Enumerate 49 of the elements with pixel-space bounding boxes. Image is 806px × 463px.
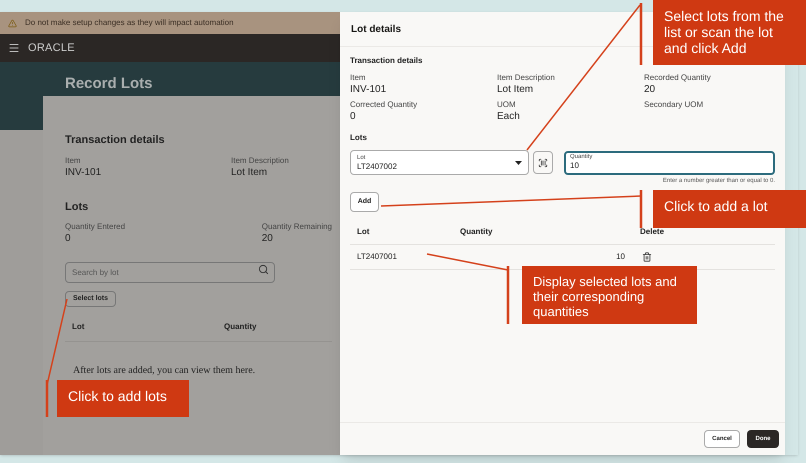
select-value: LT2407002 [357,162,397,172]
search-field[interactable]: Search by lot [65,262,275,283]
banner-text: Do not make setup changes as they will impact automation [25,17,234,29]
field-value: Lot Item [497,83,534,96]
callout: Select lots from the list or scan the lot and click Add [653,0,806,65]
scan-icon [538,158,548,168]
field-value: Lot Item [231,166,268,178]
caret-icon [515,160,522,164]
field-label: UOM [497,99,517,110]
column-header: Lot [357,226,370,238]
search-icon[interactable] [258,264,269,275]
section-heading: Lots [350,132,368,144]
field-value: INV-101 [350,83,388,96]
table-cell-text: 10 [615,251,626,263]
callout: Display selected lots and their corresponding quantities [522,266,697,324]
table-cell-text: LT2407001 [357,251,398,263]
field-label: Item Description [231,154,290,166]
field-label: Quantity Remaining [262,221,332,232]
field-value: Each [497,110,521,123]
field-label: Recorded Quantity [644,72,712,83]
section-heading: Transaction details [65,133,166,148]
field-value: 20 [644,83,656,96]
callout: Click to add a lot [653,190,806,228]
field-label: Secondary UOM [644,99,704,110]
field-value: 0 [65,232,72,245]
warning-icon [8,18,17,28]
field-value: 10 [570,161,580,171]
column-header: Quantity [460,226,494,238]
field-label: Item [350,72,367,83]
field-value: INV-101 [65,166,102,178]
field-label: Corrected Quantity [350,99,418,110]
delete-icon[interactable] [642,252,652,262]
field-value: 20 [262,232,274,245]
field-value: 0 [350,110,357,123]
section-heading: Transaction details [350,55,424,67]
empty-message: After lots are added, you can view them here. [72,364,256,378]
scan-button[interactable] [533,151,553,174]
field-label: Item [65,154,82,166]
column-header: Lot [72,321,86,333]
section-heading: Lots [65,200,90,214]
callout: Click to add lots [57,380,189,417]
field-label: Quantity Entered [65,221,126,232]
page-title: Record Lots [65,75,153,92]
column-header: Quantity [224,321,258,333]
field-label: Item Description [497,72,556,83]
logo: ORACLE [28,40,75,56]
menu-icon[interactable] [8,42,20,54]
drawer-title: Lot details [351,22,402,36]
column-header: Delete [640,226,666,238]
